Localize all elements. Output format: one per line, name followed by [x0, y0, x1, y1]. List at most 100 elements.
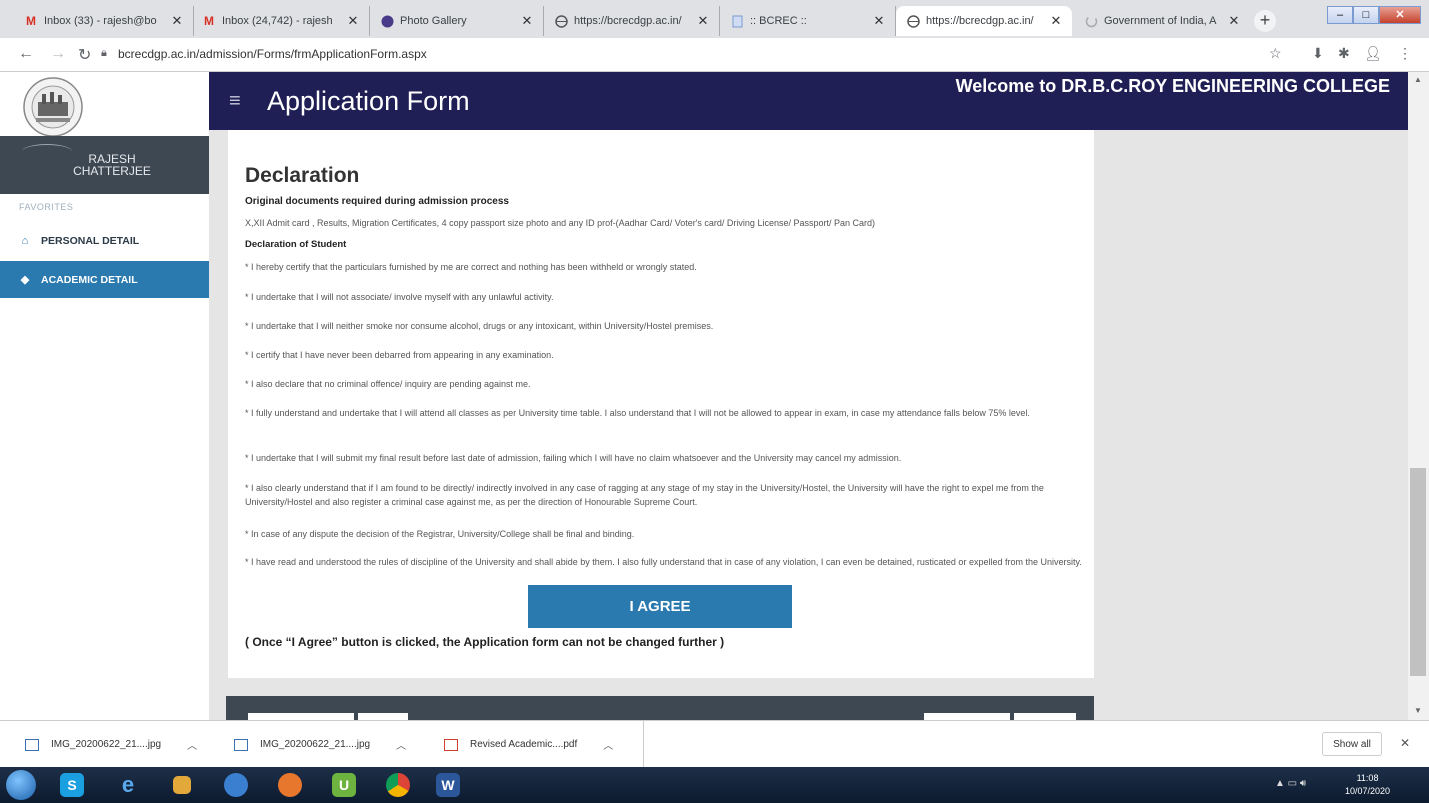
taskbar-app[interactable]: S: [50, 770, 94, 800]
clock[interactable]: 11:08 10/07/2020: [1345, 772, 1390, 798]
lock-icon[interactable]: 🔒︎: [101, 47, 107, 60]
sidebar-item-personal-detail[interactable]: ⌂ PERSONAL DETAIL: [0, 222, 209, 259]
loading-icon: [1084, 14, 1098, 28]
chrome-icon: [386, 773, 410, 797]
sidebar: RAJESH CHATTERJEE FAVORITES ⌂ PERSONAL D…: [0, 72, 209, 720]
close-icon[interactable]: ✕: [695, 13, 711, 29]
bottom-panel-button[interactable]: [248, 713, 354, 720]
bookmark-star-icon[interactable]: ☆: [1269, 45, 1282, 62]
chromium-icon: [224, 773, 248, 797]
graduation-cap-icon: ◆: [20, 274, 30, 286]
reload-icon[interactable]: ↻: [78, 45, 91, 65]
user-name: RAJESH CHATTERJEE: [73, 152, 151, 178]
taskbar-app[interactable]: [268, 770, 312, 800]
documents-heading: Original documents required during admis…: [245, 196, 509, 207]
taskbar-app[interactable]: [376, 770, 420, 800]
browser-tab[interactable]: M Inbox (33) - rajesh@bo ✕: [14, 6, 194, 36]
profile-avatar-icon[interactable]: 👤︎: [1364, 45, 1382, 62]
download-item[interactable]: IMG_20200622_21....jpg ︿: [234, 721, 434, 768]
bottom-panel-button[interactable]: [1014, 713, 1076, 720]
agree-note: ( Once “I Agree” button is clicked, the …: [245, 635, 725, 649]
tab-title: Inbox (24,742) - rajesh: [222, 15, 333, 27]
close-icon[interactable]: ✕: [169, 13, 185, 29]
clock-date: 10/07/2020: [1345, 786, 1391, 796]
close-icon[interactable]: ✕: [1400, 736, 1410, 750]
word-icon: W: [436, 773, 460, 797]
taskbar-app[interactable]: e: [106, 770, 150, 800]
firefox-icon: [278, 773, 302, 797]
show-all-button[interactable]: Show all: [1322, 732, 1382, 756]
internet-explorer-icon: e: [121, 772, 135, 797]
browser-tab[interactable]: :: BCREC :: ✕: [720, 6, 896, 36]
system-tray-icons[interactable]: ▲ ▭ 🔊︎: [1275, 778, 1306, 789]
maximize-button[interactable]: □: [1353, 6, 1379, 24]
globe-icon: [906, 14, 920, 28]
bottom-panel-button[interactable]: [358, 713, 408, 720]
declaration-statement: * I hereby certify that the particulars …: [245, 262, 697, 272]
download-item[interactable]: IMG_20200622_21....jpg ︿: [25, 721, 225, 768]
scroll-up-arrow-icon[interactable]: ▲: [1414, 75, 1422, 84]
back-arrow-icon[interactable]: ←: [18, 45, 34, 63]
bottom-panel-button[interactable]: [924, 713, 1010, 720]
bottom-panel: [226, 696, 1094, 720]
browser-tab[interactable]: M Inbox (24,742) - rajesh ✕: [192, 6, 370, 36]
globe-icon: [380, 14, 394, 28]
taskbar-app[interactable]: W: [426, 770, 470, 800]
start-button[interactable]: [6, 770, 36, 800]
forward-arrow-icon[interactable]: →: [50, 45, 66, 63]
new-tab-button[interactable]: +: [1254, 10, 1276, 32]
sidebar-item-academic-detail[interactable]: ◆ ACADEMIC DETAIL: [0, 261, 209, 298]
extensions-puzzle-icon[interactable]: ✱: [1338, 45, 1350, 62]
window-close-button[interactable]: ✕: [1379, 6, 1421, 24]
chevron-up-icon[interactable]: ︿: [396, 737, 406, 752]
minimize-button[interactable]: –: [1327, 6, 1353, 24]
close-icon[interactable]: ✕: [1048, 13, 1064, 29]
url-field[interactable]: bcrecdgp.ac.in/admission/Forms/frmApplic…: [118, 47, 427, 61]
college-logo: [18, 76, 88, 138]
browser-tab-active[interactable]: https://bcrecdgp.ac.in/ ✕: [896, 6, 1072, 36]
page-scrollbar[interactable]: ▲ ▼: [1408, 72, 1429, 720]
declaration-statement: * I also clearly understand that if I am…: [245, 483, 1044, 507]
declaration-statement: * I undertake that I will not associate/…: [245, 292, 554, 302]
scroll-down-arrow-icon[interactable]: ▼: [1414, 706, 1422, 715]
close-icon[interactable]: ✕: [871, 13, 887, 29]
browser-tab-strip: M Inbox (33) - rajesh@bo ✕ M Inbox (24,7…: [0, 0, 1429, 38]
declaration-statement: * I undertake that I will submit my fina…: [245, 453, 902, 463]
download-extension-icon[interactable]: ⬇: [1312, 45, 1324, 62]
browser-tab[interactable]: Photo Gallery ✕: [370, 6, 544, 36]
scrollbar-thumb[interactable]: [1410, 468, 1426, 676]
browser-tab[interactable]: Government of India, A ✕: [1074, 6, 1250, 36]
taskbar-app[interactable]: [214, 770, 258, 800]
declaration-title: Declaration: [245, 164, 360, 187]
browser-tab[interactable]: https://bcrecdgp.ac.in/ ✕: [544, 6, 720, 36]
student-declaration-heading: Declaration of Student: [245, 239, 347, 250]
window-controls: – □ ✕: [1327, 6, 1423, 24]
close-icon[interactable]: ✕: [345, 13, 361, 29]
sidebar-item-label: PERSONAL DETAIL: [41, 234, 140, 247]
close-icon[interactable]: ✕: [519, 13, 535, 29]
sidebar-item-label: ACADEMIC DETAIL: [41, 273, 138, 286]
download-filename: IMG_20200622_21....jpg: [260, 739, 371, 750]
taskbar-app[interactable]: U: [322, 770, 366, 800]
gmail-icon: M: [204, 14, 214, 28]
tab-title: :: BCREC ::: [750, 15, 807, 27]
browser-menu-icon[interactable]: ⋮: [1398, 45, 1412, 62]
tab-title: Government of India, A: [1104, 15, 1217, 27]
page-viewport: RAJESH CHATTERJEE FAVORITES ⌂ PERSONAL D…: [0, 72, 1429, 720]
image-file-icon: [234, 738, 248, 751]
chevron-up-icon[interactable]: ︿: [603, 737, 613, 752]
download-item[interactable]: Revised Academic....pdf ︿: [444, 721, 644, 768]
hamburger-menu-icon[interactable]: ≡: [229, 90, 241, 113]
taskbar-app[interactable]: [160, 770, 204, 800]
declaration-statement: * I also declare that no criminal offenc…: [245, 379, 531, 389]
declaration-statement: * I certify that I have never been debar…: [245, 350, 554, 360]
download-filename: Revised Academic....pdf: [470, 739, 578, 750]
chevron-up-icon[interactable]: ︿: [187, 737, 197, 752]
page-title: Application Form: [267, 86, 470, 116]
close-icon[interactable]: ✕: [1226, 13, 1242, 29]
favorites-label: FAVORITES: [19, 202, 74, 212]
i-agree-button[interactable]: I AGREE: [528, 585, 792, 628]
tab-title: https://bcrecdgp.ac.in/: [926, 15, 1034, 27]
tab-title: Inbox (33) - rajesh@bo: [44, 15, 157, 27]
tab-title: Photo Gallery: [400, 15, 467, 27]
